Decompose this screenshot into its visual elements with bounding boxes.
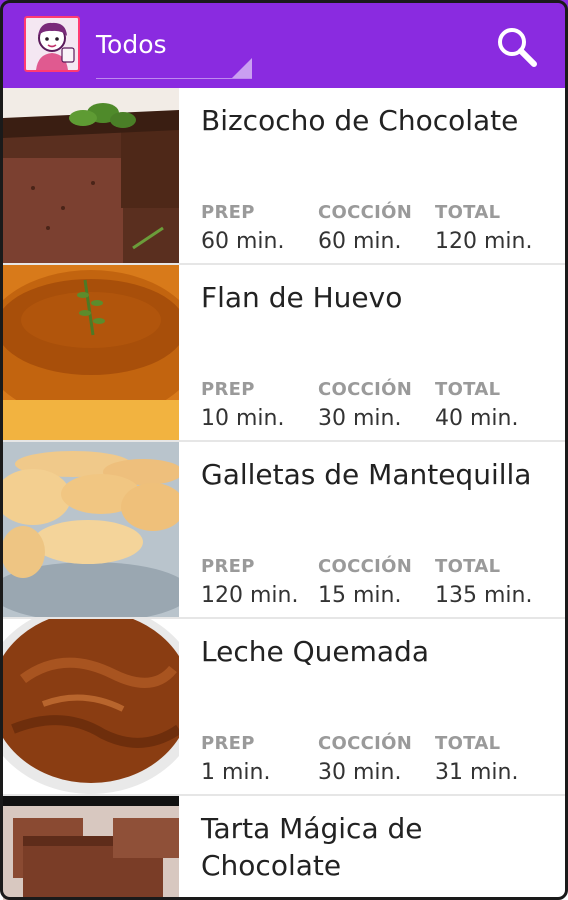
prep-label: PREP <box>201 202 255 223</box>
total-time: TOTAL 120 min. <box>435 202 532 254</box>
action-bar: Todos <box>0 0 568 88</box>
total-label: TOTAL <box>435 556 501 577</box>
total-value: 31 min. <box>435 760 519 785</box>
category-label: Todos <box>96 30 167 59</box>
recipe-list-item[interactable]: Galletas de Mantequilla PREP 120 min. CO… <box>3 442 565 619</box>
cook-label: COCCIÓN <box>318 733 413 754</box>
prep-time: PREP 60 min. <box>201 202 284 254</box>
recipe-title: Leche Quemada <box>201 635 429 668</box>
recipe-title: Galletas de Mantequilla <box>201 458 532 491</box>
cook-label: COCCIÓN <box>318 556 413 577</box>
recipe-title: Tarta Mágica de Chocolate <box>201 812 423 882</box>
cook-value: 30 min. <box>318 406 402 431</box>
recipe-list-item[interactable]: Tarta Mágica de Chocolate <box>3 796 565 900</box>
recipe-title: Flan de Huevo <box>201 281 403 314</box>
total-value: 135 min. <box>435 583 533 608</box>
total-time: TOTAL 135 min. <box>435 556 532 608</box>
recipe-thumbnail <box>3 265 179 440</box>
dropdown-triangle-icon <box>232 58 252 78</box>
prep-label: PREP <box>201 733 255 754</box>
app-logo-icon[interactable] <box>24 16 80 72</box>
prep-time: PREP 10 min. <box>201 379 284 431</box>
search-button[interactable] <box>492 22 542 72</box>
total-label: TOTAL <box>435 202 501 223</box>
cook-label: COCCIÓN <box>318 379 413 400</box>
cook-time: COCCIÓN 30 min. <box>318 379 412 431</box>
search-icon <box>498 28 537 67</box>
cook-time: COCCIÓN 30 min. <box>318 733 412 785</box>
recipe-list-item[interactable]: Flan de Huevo PREP 10 min. COCCIÓN 30 mi… <box>3 265 565 442</box>
cook-value: 15 min. <box>318 583 402 608</box>
cook-label: COCCIÓN <box>318 202 413 223</box>
recipe-thumbnail <box>3 88 179 263</box>
category-spinner[interactable]: Todos <box>96 22 252 79</box>
prep-label: PREP <box>201 379 255 400</box>
total-label: TOTAL <box>435 733 501 754</box>
recipe-list-item[interactable]: Bizcocho de Chocolate PREP 60 min. COCCI… <box>3 88 565 265</box>
cook-value: 30 min. <box>318 760 402 785</box>
cook-time: COCCIÓN 60 min. <box>318 202 412 254</box>
total-time: TOTAL 40 min. <box>435 379 518 431</box>
prep-value: 10 min. <box>201 406 285 431</box>
total-value: 40 min. <box>435 406 519 431</box>
total-label: TOTAL <box>435 379 501 400</box>
prep-time: PREP 120 min. <box>201 556 298 608</box>
cook-value: 60 min. <box>318 229 402 254</box>
total-value: 120 min. <box>435 229 533 254</box>
recipe-thumbnail <box>3 619 179 794</box>
recipe-title: Bizcocho de Chocolate <box>201 104 519 137</box>
cook-time: COCCIÓN 15 min. <box>318 556 412 608</box>
prep-value: 120 min. <box>201 583 299 608</box>
prep-value: 1 min. <box>201 760 271 785</box>
recipe-thumbnail <box>3 796 179 900</box>
total-time: TOTAL 31 min. <box>435 733 518 785</box>
prep-value: 60 min. <box>201 229 285 254</box>
prep-label: PREP <box>201 556 255 577</box>
recipe-list-item[interactable]: Leche Quemada PREP 1 min. COCCIÓN 30 min… <box>3 619 565 796</box>
prep-time: PREP 1 min. <box>201 733 270 785</box>
recipe-thumbnail <box>3 442 179 617</box>
